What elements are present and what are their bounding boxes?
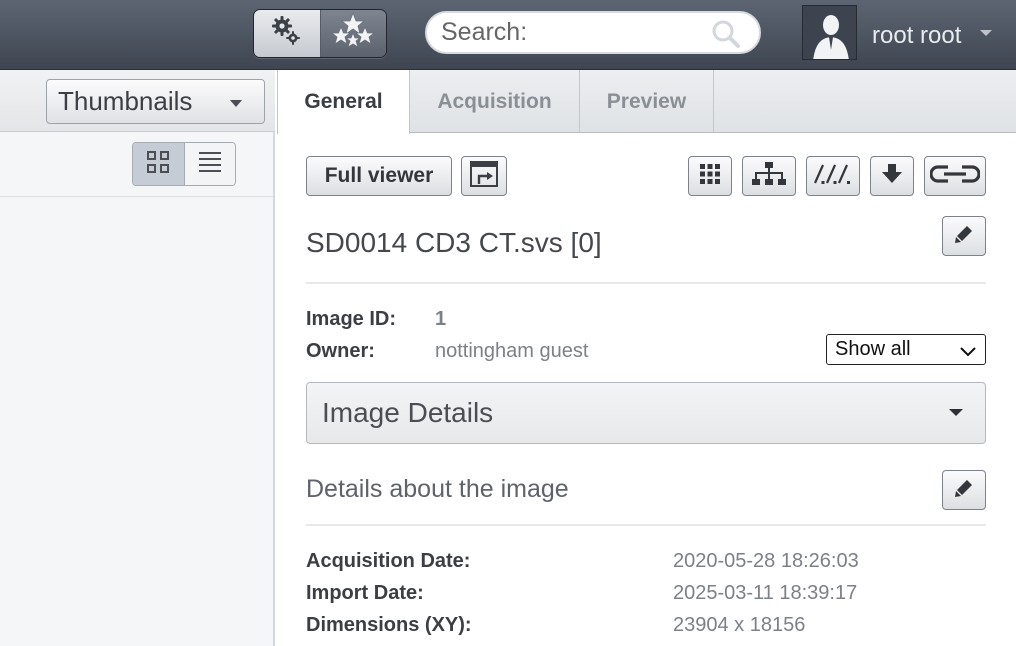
import-date-label: Import Date:	[306, 582, 424, 604]
divider	[0, 196, 273, 197]
chevron-down-icon	[959, 342, 977, 365]
full-viewer-button[interactable]: Full viewer	[306, 156, 452, 196]
image-id-label: Image ID:	[306, 308, 397, 330]
hierarchy-button[interactable]	[742, 156, 796, 196]
caret-down-icon[interactable]	[980, 30, 992, 36]
chevron-down-icon	[230, 100, 242, 107]
download-icon	[881, 163, 903, 190]
settings-button[interactable]	[254, 10, 320, 57]
import-date-value: 2025-03-11 18:39:17	[673, 582, 858, 604]
link-icon	[929, 163, 981, 190]
stars-icon	[331, 11, 376, 56]
edit-description-button[interactable]	[942, 470, 986, 510]
edit-pencil-icon	[954, 478, 974, 503]
grid-icon	[699, 163, 721, 190]
hierarchy-icon	[752, 161, 786, 192]
filter-select-label: Show all	[835, 338, 911, 360]
avatar[interactable]	[802, 5, 857, 60]
open-in-window-icon	[469, 160, 499, 193]
gears-icon	[270, 14, 304, 53]
image-title: SD0014 CD3 CT.svs [0]	[306, 227, 602, 258]
dimensions-value: 23904 x 18156	[673, 614, 806, 636]
caret-down-icon	[949, 409, 963, 416]
annotation-filter-select[interactable]: Show all	[826, 334, 986, 365]
user-silhouette-icon	[803, 6, 856, 59]
download-button[interactable]	[870, 156, 914, 196]
magnifier-icon[interactable]	[711, 19, 741, 54]
divider	[306, 524, 986, 526]
top-bar: root root	[0, 0, 1016, 70]
owner-label: Owner:	[306, 340, 375, 362]
dimensions-label: Dimensions (XY):	[306, 614, 472, 636]
image-id-value: 1	[435, 308, 447, 330]
grid-view-button[interactable]	[133, 143, 184, 185]
apps-button[interactable]	[319, 10, 386, 57]
search-input[interactable]	[441, 13, 711, 52]
path-link-button[interactable]	[806, 156, 860, 196]
image-description: Details about the image	[306, 475, 569, 503]
right-panel: General Acquisition Preview Full viewer	[277, 70, 1016, 646]
edit-pencil-icon	[954, 224, 974, 249]
acquisition-date-value: 2020-05-28 18:26:03	[673, 550, 859, 572]
view-mode-toggle	[132, 142, 236, 186]
tab-bar: General Acquisition Preview	[277, 70, 1016, 134]
username-label[interactable]: root root	[872, 22, 961, 50]
open-in-window-button[interactable]	[461, 156, 507, 196]
link-button[interactable]	[924, 156, 986, 196]
search-box	[425, 11, 761, 54]
app-switcher-group	[253, 9, 387, 58]
tab-preview[interactable]: Preview	[580, 70, 714, 133]
list-view-button[interactable]	[183, 143, 235, 185]
left-panel-header: Thumbnails	[0, 70, 275, 132]
path-link-icon	[813, 162, 853, 191]
view-select[interactable]: Thumbnails	[46, 79, 265, 124]
accordion-title: Image Details	[322, 397, 494, 428]
tab-acquisition[interactable]: Acquisition	[410, 70, 580, 133]
grid-view-icon	[145, 149, 171, 180]
edit-title-button[interactable]	[942, 216, 986, 256]
grid-button[interactable]	[688, 156, 732, 196]
acquisition-date-label: Acquisition Date:	[306, 550, 471, 572]
list-view-icon	[197, 149, 223, 180]
view-select-label: Thumbnails	[58, 86, 193, 116]
tab-general[interactable]: General	[277, 70, 410, 134]
left-panel: Thumbnails	[0, 70, 275, 646]
divider	[306, 282, 986, 284]
owner-value: nottingham guest	[435, 340, 589, 362]
image-details-accordion[interactable]: Image Details	[306, 382, 986, 444]
